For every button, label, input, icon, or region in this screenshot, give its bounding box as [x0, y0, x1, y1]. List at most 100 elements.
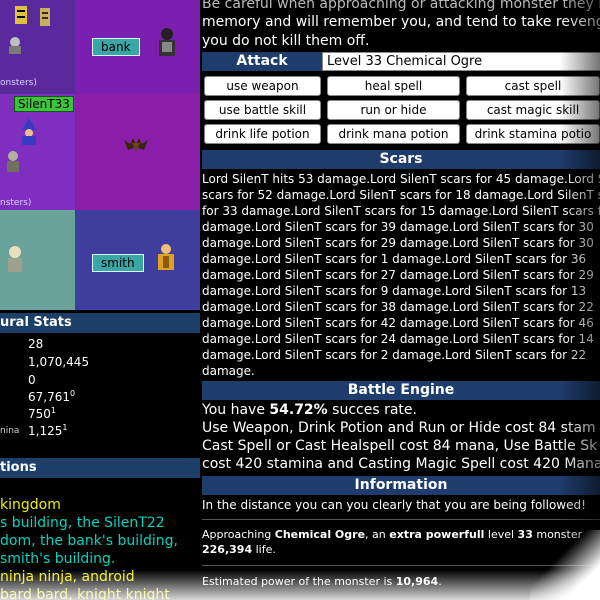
divider: [202, 565, 600, 566]
location-line[interactable]: kingdom: [0, 497, 61, 513]
approach-mid: , an: [365, 528, 390, 541]
villager-sprite-icon[interactable]: [4, 244, 26, 278]
drink-mana-potion-button[interactable]: drink mana potion: [327, 124, 460, 144]
stat-number: 750: [28, 407, 51, 421]
success-rate-value: 54.72%: [269, 402, 328, 418]
combat-log-line: damage.Lord SilenT scars for 24 damage.L…: [202, 332, 594, 346]
stat-number: 28: [28, 337, 44, 351]
cast-magic-skill-button[interactable]: cast magic skill: [466, 100, 600, 120]
combat-log-line: damage.Lord SilenT scars for 38 damage.L…: [202, 300, 594, 314]
run-or-hide-button[interactable]: run or hide: [327, 100, 460, 120]
banker-sprite-icon: [152, 26, 182, 64]
cost-text: Cast Spell or Cast Healspell cost 84 man…: [202, 438, 598, 454]
warning-text: memory and will remember you, and tend t…: [202, 14, 600, 30]
stat-value: 0: [28, 372, 36, 387]
skeleton-sprite-icon: [36, 6, 54, 32]
attack-label: Attack: [202, 52, 322, 71]
stat-number: 1,125: [28, 424, 63, 438]
stat-modifier: 1: [62, 423, 68, 432]
monster-life-value: 226,394: [202, 543, 253, 556]
warning-text: you do not kill them off.: [202, 33, 370, 49]
life-suffix: life.: [252, 543, 276, 556]
power-text: Estimated power of the monster is 10,964…: [202, 575, 442, 588]
player-name-tag[interactable]: SilenT33: [14, 96, 74, 112]
followed-message: In the distance you can you clearly that…: [202, 498, 586, 512]
wizard-sprite-icon[interactable]: [18, 118, 40, 150]
right-panel: Be careful when approaching or attacking…: [200, 0, 600, 600]
warning-text: Be careful when approaching or attacking…: [202, 0, 600, 12]
smith-button[interactable]: smith: [92, 254, 144, 272]
map-tile-row-2: SilenT33 nsters): [0, 94, 200, 210]
monster-sprite-icon[interactable]: [4, 34, 26, 60]
combat-log-line: Lord SilenT hits 53 damage.Lord SilenT s…: [202, 172, 600, 186]
combat-log-line: damage.Lord SilenT scars for 29 damage.L…: [202, 236, 594, 250]
monster-name: Chemical Ogre: [274, 528, 366, 541]
knight-sprite-icon: [10, 4, 32, 30]
combat-log-line: damage.Lord SilenT scars for 1 damage.Lo…: [202, 252, 587, 266]
rogue-sprite-icon[interactable]: [2, 150, 24, 178]
monster-life-text: 226,394 life.: [202, 543, 276, 556]
stat-value: 28: [28, 336, 43, 351]
success-rate-text: You have 54.72% succes rate.: [202, 402, 417, 418]
left-panel: bank onsters) SilenT33 nsters) smith ura…: [0, 0, 200, 600]
natural-stats-heading: ural Stats: [0, 313, 200, 333]
stat-value: 1,1251: [28, 423, 67, 438]
drink-stamina-potion-button[interactable]: drink stamina potio: [466, 124, 600, 144]
scars-heading: Scars: [202, 150, 600, 169]
combat-log-line: damage.Lord SilenT scars for 9 damage.Lo…: [202, 284, 587, 298]
approach-tail: monster: [532, 528, 583, 541]
power-suffix: .: [438, 575, 442, 588]
location-line[interactable]: dom, the bank's building,: [0, 533, 178, 549]
divider: [202, 519, 600, 520]
combat-log-line: damage.: [202, 364, 255, 378]
cost-text: cost 420 stamina and Casting Magic Spell…: [202, 456, 600, 472]
combat-log-line: for 33 damage.Lord SilenT scars for 15 d…: [202, 204, 600, 218]
monster-rank: extra powerfull: [389, 528, 485, 541]
game-window: bank onsters) SilenT33 nsters) smith ura…: [0, 0, 600, 600]
bank-button[interactable]: bank: [92, 38, 140, 56]
stat-number: 1,070,445: [28, 355, 90, 369]
location-line[interactable]: ninja ninja, android: [0, 569, 135, 585]
rate-suffix: succes rate.: [327, 402, 417, 418]
level-word: level: [484, 528, 518, 541]
stat-value: 1,070,445: [28, 354, 89, 369]
stat-modifier: 0: [70, 389, 76, 398]
cost-text: Use Weapon, Drink Potion and Run or Hide…: [202, 420, 596, 436]
monster-select-field[interactable]: [322, 52, 600, 71]
bat-sprite-icon[interactable]: [122, 134, 150, 158]
rate-prefix: You have: [202, 402, 270, 418]
approach-message: Approaching Chemical Ogre, an extra powe…: [202, 528, 582, 541]
combat-log-line: damage.Lord SilenT scars for 27 damage.L…: [202, 268, 594, 282]
power-prefix: Estimated power of the monster is: [202, 575, 396, 588]
smith-sprite-icon: [154, 242, 178, 276]
stat-number: 67,761: [28, 390, 70, 404]
tile-caption: nsters): [0, 198, 32, 208]
stat-modifier: 1: [50, 406, 56, 415]
map-tile-row-1: bank onsters): [0, 0, 200, 94]
approach-prefix: Approaching: [202, 528, 275, 541]
heal-spell-button[interactable]: heal spell: [327, 76, 460, 96]
monster-level: 33: [517, 528, 533, 541]
location-line[interactable]: bard bard, knight knight: [0, 587, 170, 600]
stat-label: nina: [0, 426, 20, 436]
location-line[interactable]: s building, the SilenT22: [0, 515, 165, 531]
information-heading: Information: [202, 476, 600, 495]
stat-number: 0: [28, 373, 36, 387]
stat-value: 67,7610: [28, 389, 75, 404]
combat-log-line: scars for 52 damage.Lord SilenT scars fo…: [202, 188, 600, 202]
use-battle-skill-button[interactable]: use battle skill: [204, 100, 321, 120]
combat-log-line: damage.Lord SilenT scars for 2 damage.Lo…: [202, 348, 587, 362]
location-line[interactable]: smith's building.: [0, 551, 115, 567]
combat-log-line: damage.Lord SilenT scars for 42 damage.L…: [202, 316, 594, 330]
drink-life-potion-button[interactable]: drink life potion: [204, 124, 321, 144]
tile-caption: onsters): [0, 78, 37, 88]
combat-log: Lord SilenT hits 53 damage.Lord SilenT s…: [202, 171, 600, 379]
cast-spell-button[interactable]: cast spell: [466, 76, 600, 96]
battle-engine-heading: Battle Engine: [202, 381, 600, 400]
use-weapon-button[interactable]: use weapon: [204, 76, 321, 96]
locations-heading: tions: [0, 458, 200, 478]
stat-value: 7501: [28, 406, 56, 421]
monster-power-value: 10,964: [395, 575, 439, 588]
map-tile-row-3: smith: [0, 210, 200, 310]
combat-log-line: damage.Lord SilenT scars for 39 damage.L…: [202, 220, 594, 234]
